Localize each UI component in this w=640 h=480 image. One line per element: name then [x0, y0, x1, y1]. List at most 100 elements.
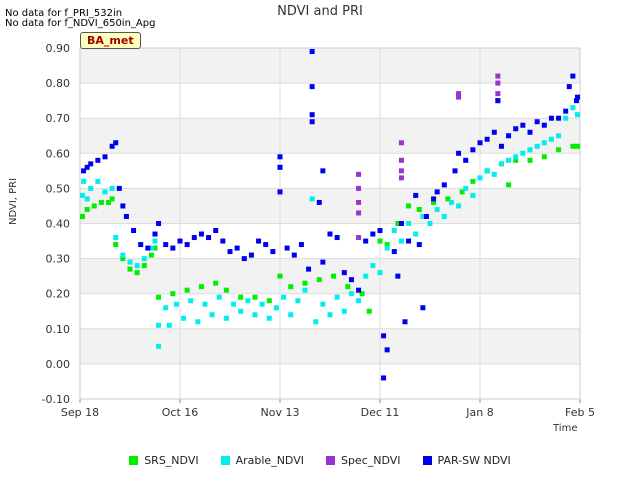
- point-arable-ndvi: [441, 213, 447, 219]
- point-arable-ndvi: [541, 140, 547, 146]
- point-srs-ndvi: [288, 284, 294, 290]
- point-srs-ndvi: [331, 273, 337, 279]
- point-srs-ndvi: [506, 182, 512, 188]
- grid-band: [80, 118, 580, 154]
- y-tick-label: 0.60: [46, 147, 71, 160]
- point-arable-ndvi: [563, 115, 569, 121]
- grid-band: [80, 258, 580, 294]
- point-spec-ndvi: [356, 185, 362, 191]
- point-arable-ndvi: [166, 322, 172, 328]
- point-arable-ndvi: [491, 171, 497, 177]
- grid-band: [80, 48, 580, 84]
- point-srs-ndvi: [170, 291, 176, 297]
- point-par-sw-ndvi: [420, 305, 426, 311]
- point-srs-ndvi: [266, 298, 272, 304]
- point-par-sw-ndvi: [556, 115, 562, 121]
- point-par-sw-ndvi: [220, 238, 226, 244]
- point-arable-ndvi: [356, 298, 362, 304]
- point-arable-ndvi: [363, 273, 369, 279]
- point-srs-ndvi: [575, 143, 580, 149]
- point-srs-ndvi: [113, 242, 119, 248]
- point-arable-ndvi: [259, 301, 265, 307]
- x-tick-label: Dec 11: [361, 406, 400, 419]
- point-arable-ndvi: [513, 154, 519, 160]
- point-par-sw-ndvi: [334, 235, 340, 241]
- point-arable-ndvi: [427, 221, 433, 226]
- point-par-sw-ndvi: [416, 242, 422, 248]
- point-par-sw-ndvi: [227, 249, 233, 255]
- point-par-sw-ndvi: [306, 266, 312, 272]
- point-arable-ndvi: [141, 256, 147, 262]
- point-par-sw-ndvi: [277, 189, 283, 195]
- point-par-sw-ndvi: [309, 84, 315, 90]
- point-arable-ndvi: [288, 312, 294, 318]
- legend-item-par-sw-ndvi[interactable]: PAR-SW NDVI: [422, 454, 511, 467]
- point-srs-ndvi: [416, 206, 422, 212]
- point-par-sw-ndvi: [88, 161, 94, 167]
- point-par-sw-ndvi: [102, 154, 108, 160]
- site-tag[interactable]: BA_met: [80, 32, 141, 49]
- point-arable-ndvi: [95, 178, 101, 184]
- point-arable-ndvi: [448, 199, 454, 205]
- y-axis-label: NDVI, PRI: [8, 177, 19, 225]
- point-arable-ndvi: [370, 263, 376, 269]
- point-par-sw-ndvi: [152, 231, 158, 237]
- point-srs-ndvi: [134, 270, 140, 276]
- point-arable-ndvi: [548, 136, 554, 142]
- point-par-sw-ndvi: [95, 157, 101, 163]
- point-arable-ndvi: [152, 238, 158, 244]
- plot-svg: -0.10 0.00 0.10 0.20 0.30 0.40 0.50 0.60 0.70 0.8…: [42, 42, 595, 419]
- point-arable-ndvi: [156, 322, 162, 328]
- point-par-sw-ndvi: [198, 231, 204, 237]
- legend-item-arable-ndvi[interactable]: Arable_NDVI: [220, 454, 304, 467]
- point-par-sw-ndvi: [381, 375, 387, 381]
- legend-swatch-srs-ndvi: [129, 456, 139, 465]
- point-srs-ndvi: [98, 199, 104, 205]
- point-srs-ndvi: [127, 266, 133, 272]
- legend-item-srs-ndvi[interactable]: SRS_NDVI: [129, 454, 199, 467]
- point-par-sw-ndvi: [316, 199, 322, 205]
- point-par-sw-ndvi: [131, 228, 137, 234]
- point-par-sw-ndvi: [163, 242, 169, 248]
- point-par-sw-ndvi: [348, 277, 354, 283]
- point-par-sw-ndvi: [498, 143, 504, 149]
- point-par-sw-ndvi: [548, 115, 554, 121]
- point-par-sw-ndvi: [263, 242, 269, 248]
- point-arable-ndvi: [173, 301, 179, 307]
- point-srs-ndvi: [527, 157, 533, 163]
- point-par-sw-ndvi: [441, 182, 447, 188]
- point-par-sw-ndvi: [520, 122, 526, 128]
- point-spec-ndvi: [398, 175, 404, 181]
- point-par-sw-ndvi: [356, 287, 362, 293]
- point-par-sw-ndvi: [284, 245, 290, 251]
- point-srs-ndvi: [406, 203, 412, 209]
- point-par-sw-ndvi: [270, 249, 276, 255]
- point-par-sw-ndvi: [241, 256, 247, 262]
- point-arable-ndvi: [102, 189, 108, 195]
- y-tick-label: 0.90: [46, 42, 71, 55]
- point-srs-ndvi: [198, 284, 204, 290]
- y-tick-label: 0.30: [46, 253, 71, 266]
- point-par-sw-ndvi: [423, 213, 429, 219]
- point-par-sw-ndvi: [491, 129, 497, 135]
- point-par-sw-ndvi: [184, 242, 190, 248]
- legend-swatch-spec-ndvi: [325, 456, 335, 465]
- legend-item-spec-ndvi[interactable]: Spec_NDVI: [325, 454, 401, 467]
- point-arable-ndvi: [216, 294, 222, 300]
- point-spec-ndvi: [495, 73, 501, 79]
- point-par-sw-ndvi: [191, 235, 197, 241]
- point-par-sw-ndvi: [123, 213, 129, 219]
- x-tick-label: Feb 5: [565, 406, 595, 419]
- point-srs-ndvi: [470, 178, 476, 184]
- point-arable-ndvi: [238, 308, 244, 314]
- grid-band: [80, 188, 580, 224]
- point-arable-ndvi: [520, 150, 526, 156]
- point-arable-ndvi: [188, 298, 194, 304]
- x-tick-label: Nov 13: [261, 406, 300, 419]
- point-arable-ndvi: [575, 112, 580, 118]
- point-arable-ndvi: [302, 287, 308, 293]
- point-arable-ndvi: [134, 263, 140, 269]
- point-arable-ndvi: [202, 301, 208, 307]
- point-srs-ndvi: [277, 273, 283, 279]
- y-tick-label: 0.10: [46, 323, 71, 336]
